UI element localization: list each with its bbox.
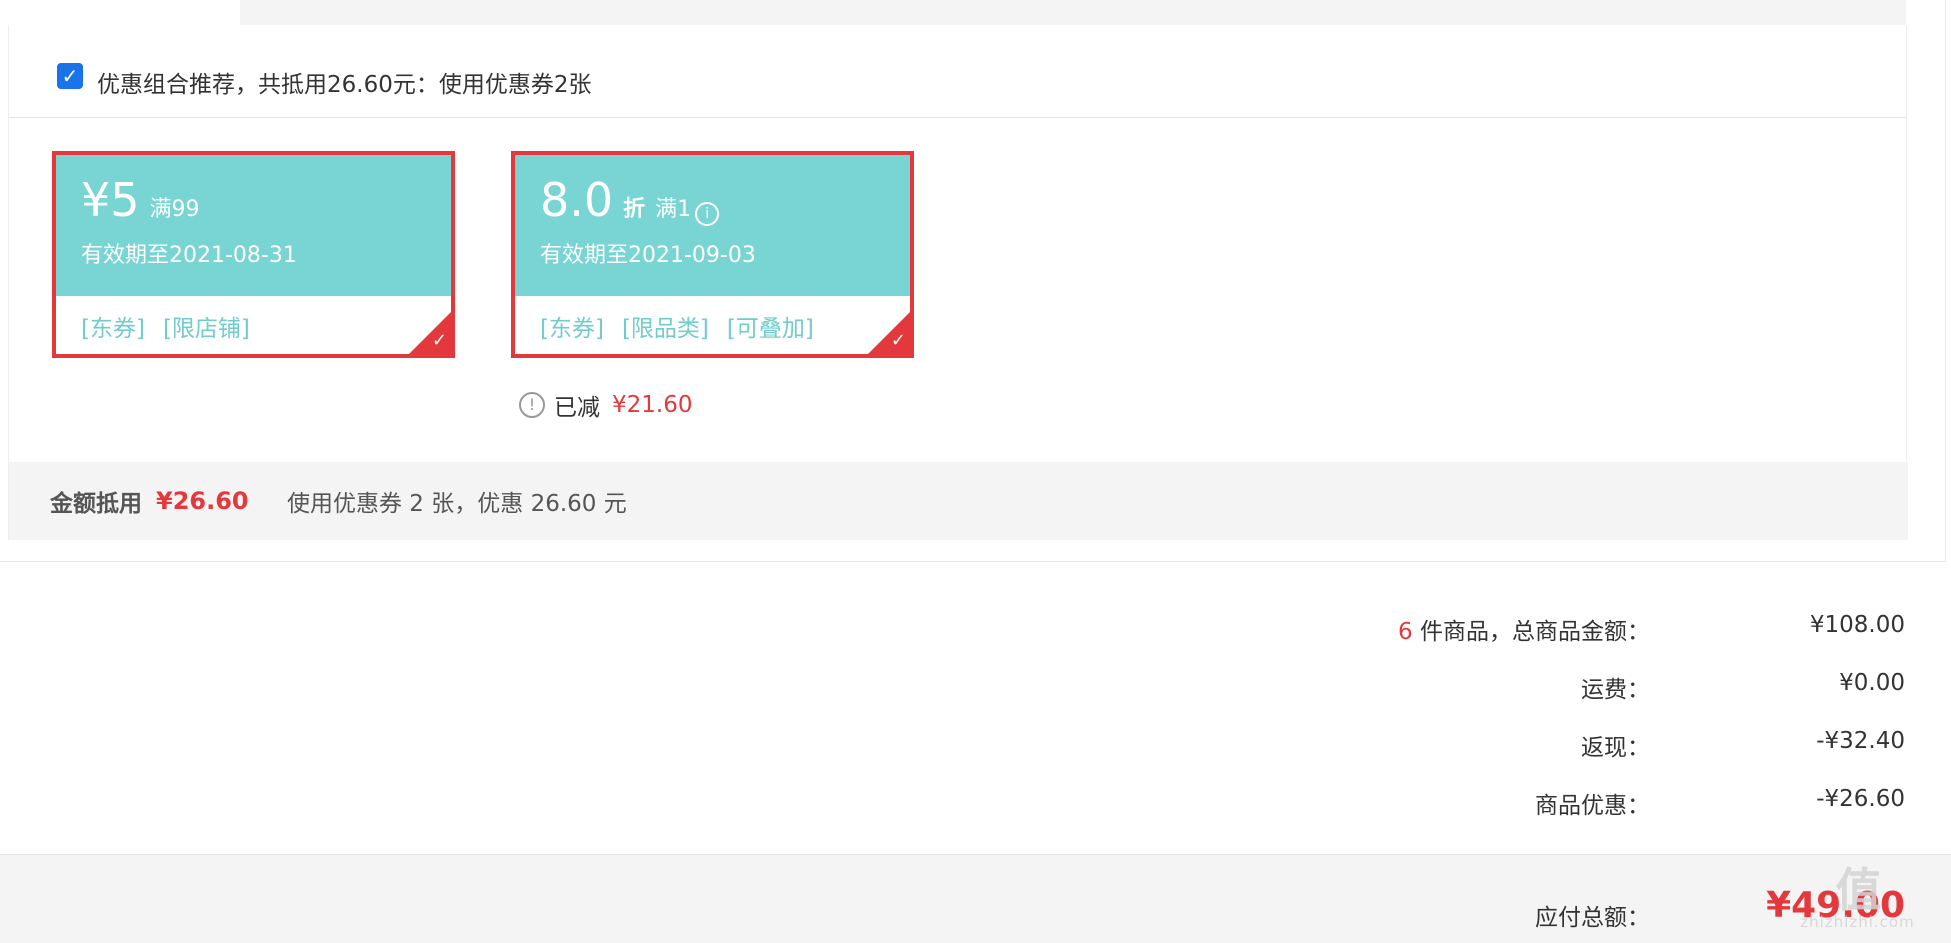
applied-label: 已减: [554, 395, 600, 421]
exclamation-icon: !: [519, 392, 545, 418]
summary-desc: 使用优惠券 2 张，优惠 26.60 元: [287, 491, 627, 517]
summary-amount: ¥26.60: [156, 487, 249, 515]
items-value: ¥108.00: [1809, 612, 1905, 638]
coupon-amount: ¥5 满99: [81, 173, 200, 227]
shipping-label: 运费：: [1581, 677, 1650, 703]
coupon-condition: 满1: [655, 197, 692, 222]
coupon-card-2[interactable]: 8.0 折 满1 i 有效期至2021-09-03 [东券] [限品类] [可叠…: [511, 151, 914, 358]
recommend-checkbox[interactable]: ✓: [57, 63, 83, 89]
coupon-tag: [东券]: [540, 316, 604, 342]
items-label: 6 件商品，总商品金额：: [1398, 612, 1650, 646]
discount-label: 商品优惠：: [1535, 793, 1650, 819]
items-label-text: 件商品，总商品金额：: [1412, 619, 1650, 645]
payable-label: 应付总额：: [1535, 905, 1650, 931]
coupon-tag: [东券]: [81, 316, 145, 342]
totals-shipping-row: 运费： ¥0.00: [0, 670, 1905, 710]
cashback-label: 返现：: [1581, 735, 1650, 761]
summary-label: 金额抵用: [50, 491, 142, 517]
coupon-value: ¥5: [81, 173, 140, 227]
item-count: 6: [1398, 619, 1413, 645]
applied-amount: ¥21.60: [612, 392, 693, 418]
watermark-logo: 值: [1835, 863, 1882, 917]
coupon-summary-bar: 金额抵用 ¥26.60 使用优惠券 2 张，优惠 26.60 元: [9, 462, 1908, 540]
coupon-tag: [可叠加]: [726, 316, 814, 342]
previous-section-strip: [240, 0, 1906, 25]
totals-items-row: 6 件商品，总商品金额： ¥108.00: [0, 612, 1905, 652]
site-watermark: 值 zhizhizhi.com: [1770, 867, 1945, 937]
coupon-card-1[interactable]: ¥5 满99 有效期至2021-08-31 [东券] [限店铺] ✓: [52, 151, 455, 358]
totals-discount-row: 商品优惠： -¥26.60: [0, 786, 1905, 826]
recommend-text: 优惠组合推荐，共抵用26.60元：使用优惠券2张: [97, 72, 592, 98]
info-icon[interactable]: i: [695, 202, 720, 226]
coupon-condition: 满99: [149, 197, 200, 222]
panel-divider: [0, 561, 1945, 562]
coupon-amount: 8.0 折 满1 i: [540, 173, 720, 227]
coupon-expire: 有效期至2021-08-31: [81, 243, 297, 268]
totals-cashback-row: 返现： -¥32.40: [0, 728, 1905, 768]
check-icon: ✓: [431, 330, 447, 351]
coupon-expire: 有效期至2021-09-03: [540, 243, 756, 268]
coupon-tags: [东券] [限品类] [可叠加]: [540, 309, 814, 343]
payable-bar: 应付总额： ¥49.00: [0, 854, 1951, 943]
coupon-tag: [限店铺]: [162, 316, 250, 342]
coupon-tag: [限品类]: [621, 316, 709, 342]
shipping-value: ¥0.00: [1839, 670, 1905, 696]
coupon-tags: [东券] [限店铺]: [81, 309, 250, 343]
recommend-row: ✓ 优惠组合推荐，共抵用26.60元：使用优惠券2张: [9, 25, 1906, 118]
discount-value: -¥26.60: [1816, 786, 1905, 812]
cashback-value: -¥32.40: [1816, 728, 1905, 754]
applied-discount: ! 已减 ¥21.60: [519, 388, 692, 422]
coupon-unit: 折: [623, 197, 646, 222]
coupon-top: ¥5 满99 有效期至2021-08-31: [56, 155, 451, 296]
check-icon: ✓: [890, 330, 906, 351]
watermark-text: zhizhizhi.com: [1800, 913, 1915, 931]
coupon-value: 8.0: [540, 173, 614, 227]
coupon-panel: ✓ 优惠组合推荐，共抵用26.60元：使用优惠券2张 ¥5 满99 有效期至20…: [8, 25, 1908, 540]
checkout-page: ✓ 优惠组合推荐，共抵用26.60元：使用优惠券2张 ¥5 满99 有效期至20…: [0, 0, 1951, 943]
coupon-top: 8.0 折 满1 i 有效期至2021-09-03: [515, 155, 910, 296]
panel-border: [1945, 0, 1946, 562]
